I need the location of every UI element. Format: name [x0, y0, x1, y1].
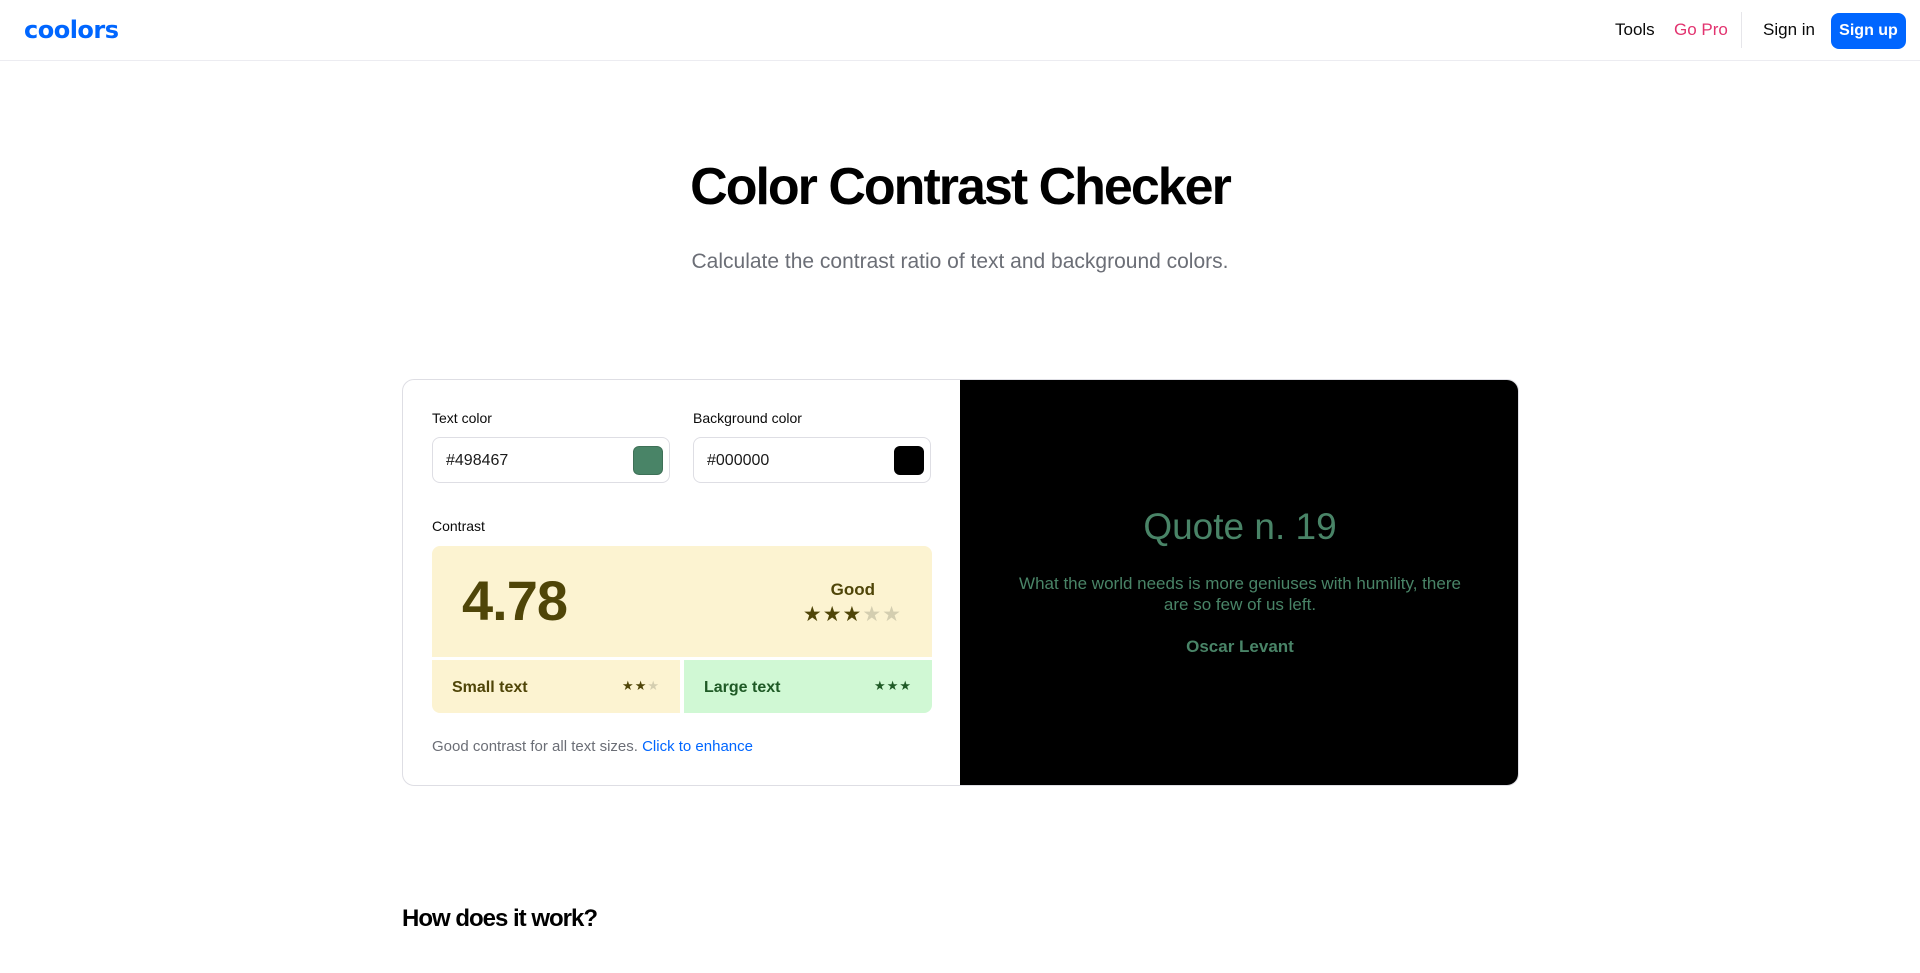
preview-pane: Quote n. 19 What the world needs is more… — [960, 380, 1518, 785]
text-color-field[interactable] — [432, 437, 670, 483]
star-icon: ★ — [862, 602, 883, 626]
contrast-hint-text: Good contrast for all text sizes. — [432, 738, 638, 755]
small-text-label: Small text — [452, 679, 528, 696]
star-icon: ★ — [886, 679, 900, 694]
nav-tools-link[interactable]: Tools — [1615, 19, 1655, 41]
top-navbar: coolors Tools Go Pro Sign in Sign up — [0, 0, 1920, 61]
nav-divider — [1741, 12, 1742, 48]
contrast-label: Contrast — [432, 518, 485, 534]
large-text-label: Large text — [704, 679, 781, 696]
controls-pane: Text color Background color Contrast 4.7… — [403, 380, 960, 785]
star-icon: ★ — [634, 679, 648, 694]
contrast-hint: Good contrast for all text sizes. Click … — [432, 737, 753, 757]
rating-label: Good — [830, 580, 875, 599]
page-title: Color Contrast Checker — [690, 158, 1232, 216]
contrast-ratio: 4.78 — [462, 569, 568, 632]
star-icon: ★ — [842, 602, 863, 626]
preview-background: Quote n. 19 What the world needs is more… — [960, 380, 1518, 785]
text-color-label: Text color — [432, 410, 492, 426]
quote-author: Oscar Levant — [1186, 637, 1294, 656]
contrast-score-box: 4.78 Good ★★★★★ — [432, 546, 932, 657]
background-color-swatch[interactable] — [894, 446, 924, 475]
coolors-logo[interactable]: coolors — [24, 17, 119, 43]
star-icon: ★ — [899, 679, 912, 694]
how-it-works-heading: How does it work? — [402, 905, 598, 932]
enhance-link[interactable]: Click to enhance — [642, 738, 753, 755]
quote-text: What the world needs is more geniuses wi… — [1019, 574, 1461, 614]
rating-stars: ★★★★★ — [803, 602, 902, 626]
text-color-input[interactable] — [446, 450, 616, 472]
large-text-rating: Large text ★★★ — [684, 660, 932, 713]
small-text-rating: Small text ★★★ — [432, 660, 680, 713]
text-color-swatch[interactable] — [633, 446, 663, 475]
star-icon: ★ — [882, 602, 902, 626]
star-icon: ★ — [802, 602, 823, 626]
star-icon: ★ — [874, 679, 887, 694]
sign-up-button[interactable]: Sign up — [1831, 13, 1906, 49]
background-color-field[interactable] — [693, 437, 931, 483]
background-color-input[interactable] — [707, 450, 877, 472]
contrast-checker-card: Text color Background color Contrast 4.7… — [402, 379, 1519, 786]
sign-in-link[interactable]: Sign in — [1763, 19, 1815, 41]
star-icon: ★ — [822, 602, 843, 626]
small-text-stars: ★★★ — [622, 679, 660, 695]
large-text-stars: ★★★ — [874, 679, 912, 695]
nav-go-pro-link[interactable]: Go Pro — [1674, 19, 1728, 41]
page-subtitle: Calculate the contrast ratio of text and… — [691, 250, 1229, 273]
background-color-label: Background color — [693, 410, 802, 426]
star-icon: ★ — [647, 679, 660, 694]
star-icon: ★ — [622, 679, 635, 694]
quote-title: Quote n. 19 — [1143, 506, 1337, 547]
